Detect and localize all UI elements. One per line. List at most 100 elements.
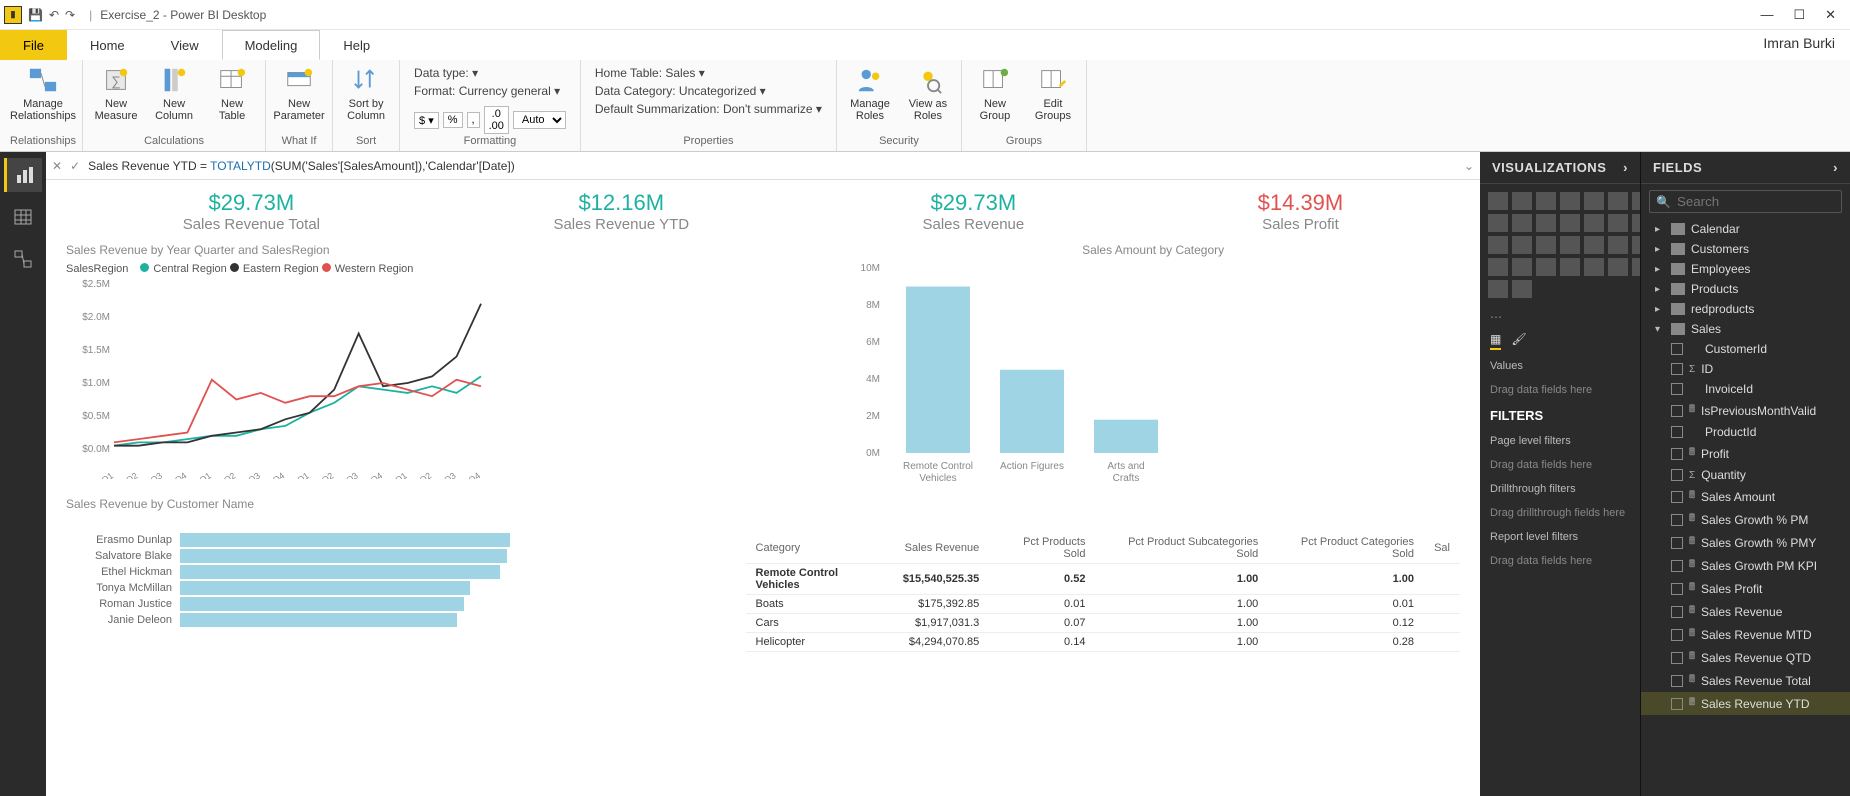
field-checkbox[interactable] [1671, 652, 1683, 664]
field-item[interactable]: 🖩 Sales Profit [1641, 577, 1850, 600]
kpi-card[interactable]: $14.39M Sales Profit [1258, 190, 1344, 233]
viz-type-icon[interactable] [1584, 258, 1604, 276]
new-parameter-button[interactable]: New Parameter [272, 62, 326, 122]
collapse-fields-icon[interactable]: › [1833, 160, 1838, 175]
table-row[interactable]: Cars$1,917,031.30.071.000.12 [746, 614, 1460, 633]
table-header[interactable]: Pct Product Categories Sold [1268, 533, 1424, 564]
table-header[interactable]: Sal [1424, 533, 1460, 564]
viz-type-icon[interactable] [1560, 214, 1580, 232]
formula-expression[interactable]: Sales Revenue YTD = TOTALYTD(SUM('Sales'… [88, 159, 1456, 173]
viz-type-icon[interactable] [1560, 236, 1580, 254]
table-header[interactable]: Category [746, 533, 893, 564]
viz-type-icon[interactable] [1608, 258, 1628, 276]
viz-type-icon[interactable] [1512, 214, 1532, 232]
field-table-sales[interactable]: ▾Sales [1641, 319, 1850, 339]
field-item[interactable]: 🖩 IsPreviousMonthValid [1641, 399, 1850, 422]
tab-home[interactable]: Home [67, 30, 148, 60]
kpi-card[interactable]: $29.73M Sales Revenue Total [183, 190, 320, 233]
field-checkbox[interactable] [1671, 583, 1683, 595]
field-checkbox[interactable] [1671, 363, 1683, 375]
field-item[interactable]: 🖩 Sales Revenue Total [1641, 669, 1850, 692]
field-item[interactable]: 🖩 Sales Growth PM KPI [1641, 554, 1850, 577]
field-checkbox[interactable] [1671, 448, 1683, 460]
viz-type-icon[interactable] [1536, 258, 1556, 276]
field-checkbox[interactable] [1671, 491, 1683, 503]
hbar-row[interactable]: Roman Justice [68, 597, 714, 611]
field-item[interactable]: 🖩 Sales Growth % PM [1641, 508, 1850, 531]
viz-type-icon[interactable] [1608, 192, 1628, 210]
legend-item[interactable]: Central Region [140, 263, 226, 275]
viz-type-icon[interactable] [1584, 214, 1604, 232]
viz-type-icon[interactable] [1488, 236, 1508, 254]
user-name[interactable]: Imran Burki [1748, 30, 1850, 60]
hbar-row[interactable]: Salvatore Blake [68, 549, 714, 563]
collapse-viz-icon[interactable]: › [1623, 160, 1628, 175]
drag-fields-hint[interactable]: Drag data fields here [1480, 378, 1640, 402]
view-as-roles-button[interactable]: View as Roles [901, 62, 955, 122]
legend-item[interactable]: Eastern Region [230, 263, 319, 275]
viz-type-icon[interactable] [1608, 236, 1628, 254]
hbar-row[interactable]: Tonya McMillan [68, 581, 714, 595]
tab-help[interactable]: Help [320, 30, 393, 60]
fields-search[interactable]: 🔍 [1649, 190, 1842, 213]
report-canvas[interactable]: $29.73M Sales Revenue Total $12.16M Sale… [46, 180, 1480, 796]
fields-well-icon[interactable]: ▦ [1490, 332, 1501, 350]
hbar-row[interactable]: Janie Deleon [68, 613, 714, 627]
undo-icon[interactable]: ↶ [49, 8, 59, 22]
hbar-row[interactable]: Erasmo Dunlap [68, 533, 714, 547]
report-view-icon[interactable] [4, 158, 42, 192]
data-type-dropdown[interactable]: Data type: ▾ [414, 66, 566, 80]
cancel-formula-icon[interactable]: ✕ [52, 159, 62, 173]
category-table[interactable]: CategorySales RevenuePct Products SoldPc… [746, 533, 1460, 652]
table-row[interactable]: Boats$175,392.850.011.000.01 [746, 595, 1460, 614]
viz-type-icon[interactable] [1584, 192, 1604, 210]
manage-relationships-button[interactable]: Manage Relationships [10, 62, 76, 122]
data-category-dropdown[interactable]: Data Category: Uncategorized ▾ [595, 84, 822, 98]
field-table[interactable]: ▸Customers [1641, 239, 1850, 259]
viz-type-icon[interactable] [1512, 236, 1532, 254]
hbar-row[interactable]: Ethel Hickman [68, 565, 714, 579]
viz-type-icon[interactable] [1488, 258, 1508, 276]
field-checkbox[interactable] [1671, 560, 1683, 572]
page-filters-drop[interactable]: Drag data fields here [1480, 453, 1640, 477]
viz-type-icon[interactable] [1512, 192, 1532, 210]
field-item[interactable]: InvoiceId [1641, 379, 1850, 399]
field-item[interactable]: 🖩 Sales Revenue [1641, 600, 1850, 623]
tab-view[interactable]: View [148, 30, 222, 60]
line-chart[interactable]: $2.5M$2.0M$1.5M$1.0M$0.5M$0.0M2012-Q1201… [66, 279, 486, 479]
field-checkbox[interactable] [1671, 514, 1683, 526]
model-view-icon[interactable] [4, 242, 42, 276]
viz-type-icon[interactable] [1512, 258, 1532, 276]
field-item[interactable]: 🖩 Sales Revenue YTD [1641, 692, 1850, 715]
viz-type-icon[interactable] [1584, 236, 1604, 254]
viz-type-icon[interactable] [1536, 214, 1556, 232]
field-item[interactable]: CustomerId [1641, 339, 1850, 359]
format-well-icon[interactable]: 🖌 [1511, 332, 1526, 350]
commit-formula-icon[interactable]: ✓ [70, 159, 80, 173]
field-item[interactable]: 🖩 Sales Revenue MTD [1641, 623, 1850, 646]
report-filters-drop[interactable]: Drag data fields here [1480, 549, 1640, 573]
field-table[interactable]: ▸Calendar [1641, 219, 1850, 239]
new-table-button[interactable]: New Table [205, 62, 259, 122]
field-table[interactable]: ▸redproducts [1641, 299, 1850, 319]
viz-type-icon[interactable] [1536, 236, 1556, 254]
viz-type-icon[interactable] [1560, 192, 1580, 210]
tab-file[interactable]: File [0, 30, 67, 60]
field-item[interactable]: 🖩 Sales Growth % PMY [1641, 531, 1850, 554]
search-input[interactable] [1677, 194, 1835, 209]
field-item[interactable]: Σ Quantity [1641, 465, 1850, 485]
edit-groups-button[interactable]: Edit Groups [1026, 62, 1080, 122]
table-row[interactable]: Helicopter$4,294,070.850.141.000.28 [746, 633, 1460, 652]
field-table[interactable]: ▸Employees [1641, 259, 1850, 279]
table-row[interactable]: Remote Control Vehicles$15,540,525.350.5… [746, 564, 1460, 595]
field-item[interactable]: ProductId [1641, 422, 1850, 442]
new-measure-button[interactable]: ∑New Measure [89, 62, 143, 122]
viz-type-icon[interactable] [1488, 192, 1508, 210]
expand-formula-icon[interactable]: ⌄ [1464, 159, 1474, 173]
kpi-card[interactable]: $12.16M Sales Revenue YTD [553, 190, 689, 233]
field-checkbox[interactable] [1671, 469, 1683, 481]
field-table[interactable]: ▸Products [1641, 279, 1850, 299]
new-group-button[interactable]: New Group [968, 62, 1022, 122]
kpi-card[interactable]: $29.73M Sales Revenue [922, 190, 1024, 233]
viz-type-icon[interactable] [1488, 214, 1508, 232]
